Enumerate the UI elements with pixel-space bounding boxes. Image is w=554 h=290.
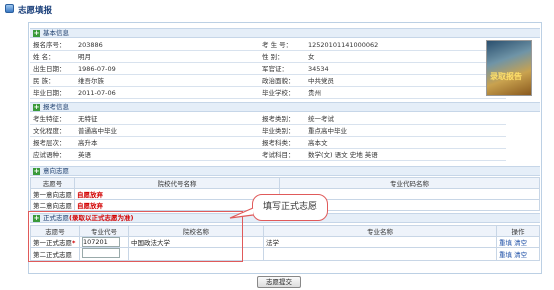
callout-bubble: 填写正式志愿 bbox=[252, 194, 328, 221]
refill-link[interactable]: 重填 bbox=[499, 239, 512, 247]
info-label: 考试科目： bbox=[262, 151, 295, 159]
info-label: 性 别： bbox=[262, 53, 284, 61]
section-exam-label: 报考信息 bbox=[43, 103, 69, 111]
info-label: 报名序号： bbox=[33, 41, 66, 49]
section-intent-header: + 意向志愿 bbox=[30, 166, 540, 176]
info-label: 报考层次： bbox=[33, 139, 66, 147]
info-label: 应试语种： bbox=[33, 151, 66, 159]
info-label: 考 生 号： bbox=[262, 41, 293, 49]
info-label: 毕业学校： bbox=[262, 89, 295, 97]
info-value: 12520101141000062 bbox=[308, 41, 379, 49]
clear-link[interactable]: 清空 bbox=[514, 239, 527, 247]
info-row: 应试语种： 英语 考试科目： 数学(文) 语文 史地 英语 bbox=[30, 149, 506, 161]
intent-header-school: 院校代号名称 bbox=[74, 177, 280, 189]
info-row: 出生日期： 1986-07-09 军官证： 34534 bbox=[30, 63, 506, 75]
form-icon bbox=[5, 4, 14, 13]
applicant-photo: 录取报告 bbox=[486, 40, 532, 96]
title-bar: 志愿填报 bbox=[0, 0, 554, 18]
info-label: 报考科类： bbox=[262, 139, 295, 147]
info-row: 报考层次： 高升本 报考科类： 高本文 bbox=[30, 137, 506, 149]
info-row: 考生特征： 无特征 报考类别： 统一考试 bbox=[30, 113, 506, 125]
submit-button[interactable]: 志愿提交 bbox=[257, 276, 301, 288]
section-basic-header: + 基本信息 bbox=[30, 28, 540, 38]
info-value: 统一考试 bbox=[308, 115, 334, 123]
plus-icon[interactable]: + bbox=[33, 104, 40, 111]
info-value: 高升本 bbox=[78, 139, 98, 147]
plus-icon[interactable]: + bbox=[33, 30, 40, 37]
intent-header-no: 志愿号 bbox=[30, 177, 75, 189]
info-row: 文化程度： 普通高中毕业 毕业类别： 重点高中毕业 bbox=[30, 125, 506, 137]
info-value: 明月 bbox=[78, 53, 91, 61]
info-value: 2011-07-06 bbox=[78, 89, 116, 97]
formal-header-major: 专业名称 bbox=[263, 225, 497, 237]
info-value: 重点高中毕业 bbox=[308, 127, 347, 135]
info-value: 英语 bbox=[78, 151, 91, 159]
info-value: 34534 bbox=[308, 65, 329, 73]
info-label: 出生日期： bbox=[33, 65, 66, 73]
intent-school: 自愿放弃 bbox=[74, 188, 280, 200]
info-label: 政治面貌： bbox=[262, 77, 295, 85]
refill-link[interactable]: 重填 bbox=[499, 251, 512, 259]
section-basic-label: 基本信息 bbox=[43, 29, 69, 37]
formal-major bbox=[263, 247, 497, 261]
info-row: 毕业日期： 2011-07-06 毕业学校： 贵州 bbox=[30, 87, 506, 99]
intent-no: 第二意向志愿 bbox=[30, 199, 75, 211]
intent-no: 第一意向志愿 bbox=[30, 188, 75, 200]
info-row: 姓 名： 明月 性 别： 女 bbox=[30, 51, 506, 63]
info-value: 无特征 bbox=[78, 115, 98, 123]
info-value: 数学(文) 语文 史地 英语 bbox=[308, 151, 378, 159]
formal-header-op: 操作 bbox=[496, 225, 540, 237]
page-title: 志愿填报 bbox=[18, 6, 53, 16]
section-intent-label: 意向志愿 bbox=[43, 167, 69, 175]
info-row: 民 族： 维吾尔族 政治面貌： 中共党员 bbox=[30, 75, 506, 87]
info-label: 考生特征： bbox=[33, 115, 66, 123]
info-value: 高本文 bbox=[308, 139, 328, 147]
callout-text: 填写正式志愿 bbox=[262, 202, 317, 212]
info-label: 毕业类别： bbox=[262, 127, 295, 135]
info-label: 文化程度： bbox=[33, 127, 66, 135]
formal-ops: 重填 清空 bbox=[496, 247, 540, 261]
info-row: 报名序号： 203886 考 生 号： 12520101141000062 bbox=[30, 39, 506, 51]
info-value: 1986-07-09 bbox=[78, 65, 116, 73]
section-exam-header: + 报考信息 bbox=[30, 102, 540, 112]
formal-ops: 重填 清空 bbox=[496, 236, 540, 248]
info-label: 姓 名： bbox=[33, 53, 55, 61]
info-value: 维吾尔族 bbox=[78, 77, 104, 85]
info-value: 女 bbox=[308, 53, 315, 61]
highlight-frame bbox=[28, 211, 243, 262]
info-label: 报考类别： bbox=[262, 115, 295, 123]
photo-caption: 录取报告 bbox=[490, 72, 522, 81]
info-value: 203886 bbox=[78, 41, 103, 49]
clear-link[interactable]: 清空 bbox=[514, 251, 527, 259]
plus-icon[interactable]: + bbox=[33, 168, 40, 175]
info-value: 贵州 bbox=[308, 89, 321, 97]
info-label: 毕业日期： bbox=[33, 89, 66, 97]
info-value: 中共党员 bbox=[308, 77, 334, 85]
info-value: 普通高中毕业 bbox=[78, 127, 117, 135]
info-label: 军官证： bbox=[262, 65, 288, 73]
callout-pointer-icon bbox=[229, 207, 254, 219]
formal-major: 法学 bbox=[263, 236, 497, 248]
info-label: 民 族： bbox=[33, 77, 55, 85]
intent-header-major: 专业代码名称 bbox=[279, 177, 540, 189]
